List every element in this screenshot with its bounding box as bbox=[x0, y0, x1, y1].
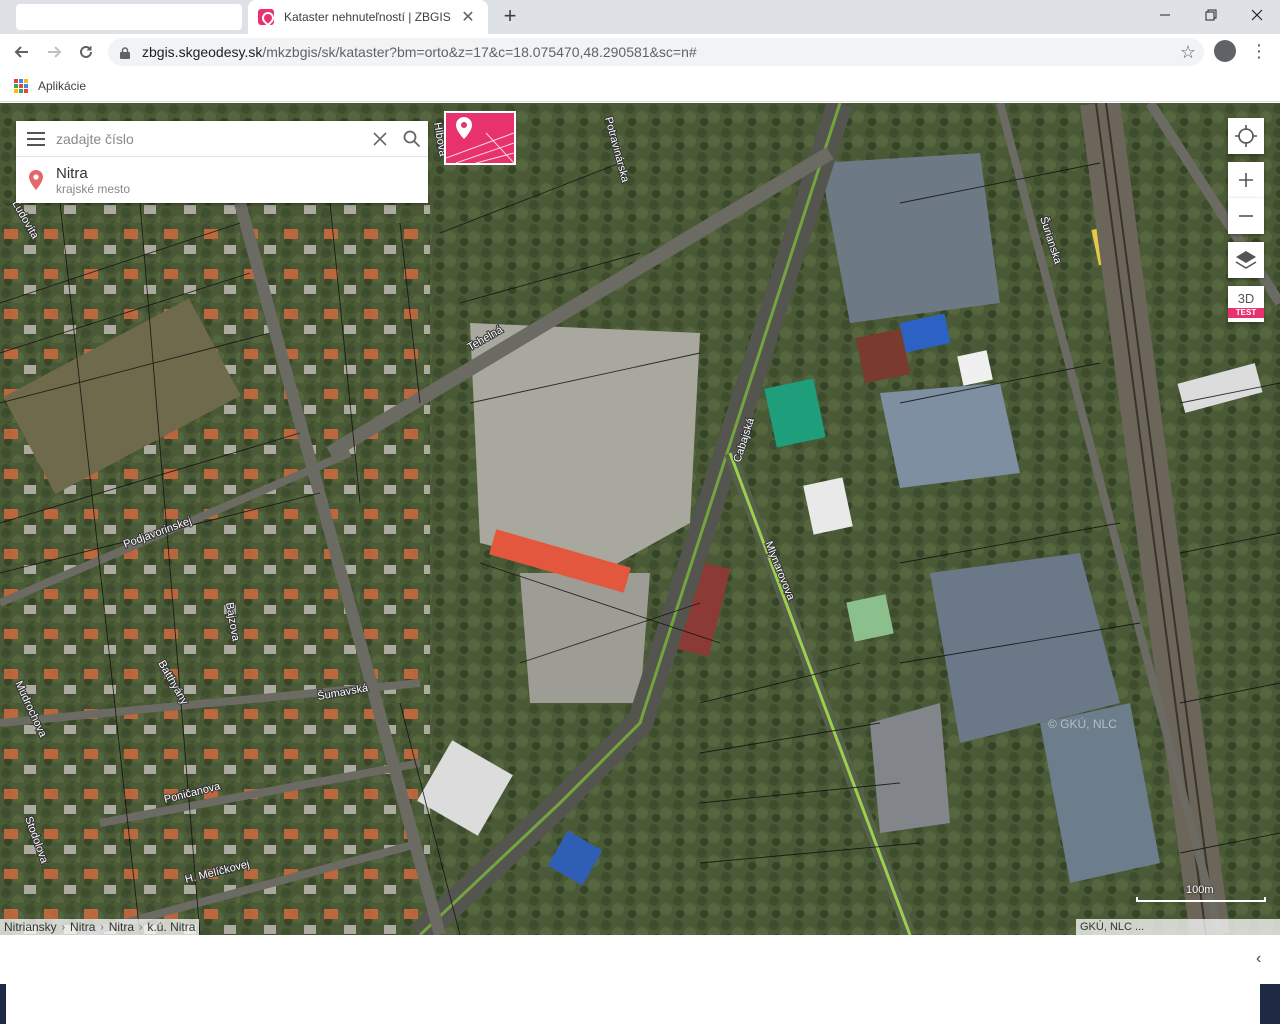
url-path: /mkzbgis/sk/kataster?bm=orto&z=17&c=18.0… bbox=[262, 44, 697, 60]
zoom-out-button[interactable] bbox=[1228, 198, 1264, 234]
scale-bar: 100m bbox=[1136, 884, 1266, 902]
bookmarks-bar: Aplikácie bbox=[0, 70, 1280, 102]
breadcrumb-chevron-icon: › bbox=[139, 921, 143, 933]
zbgis-logo[interactable] bbox=[444, 111, 516, 165]
forward-arrow-icon[interactable] bbox=[40, 38, 68, 66]
apps-bookmark-label[interactable]: Aplikácie bbox=[38, 79, 86, 93]
breadcrumb-chevron-icon: › bbox=[61, 921, 66, 933]
close-icon[interactable] bbox=[1234, 0, 1280, 30]
reload-icon[interactable] bbox=[72, 38, 100, 66]
bookmark-star-icon[interactable]: ☆ bbox=[1180, 42, 1196, 63]
plus-icon bbox=[1239, 173, 1253, 187]
layers-button[interactable] bbox=[1228, 242, 1264, 278]
crosshair-icon bbox=[1235, 125, 1257, 147]
left-edge-strip bbox=[0, 984, 6, 1024]
breadcrumb-chevron-icon: › bbox=[100, 921, 104, 933]
tab-strip: Kataster nehnuteľností | ZBGIS ✕ + bbox=[0, 0, 1280, 34]
zbgis-favicon-icon bbox=[258, 9, 274, 25]
search-input[interactable] bbox=[56, 120, 364, 157]
3d-label: 3D bbox=[1237, 290, 1255, 306]
tab-placeholder[interactable] bbox=[16, 4, 242, 30]
result-title: Nitra bbox=[56, 164, 88, 182]
menu-hamburger-icon[interactable] bbox=[16, 121, 56, 157]
scale-line bbox=[1136, 897, 1266, 902]
test-badge: TEST bbox=[1228, 307, 1264, 318]
map-canvas[interactable]: Cabajská Tehelná Mlynarovova Šurianska P… bbox=[0, 103, 1280, 935]
breadcrumb-municipality[interactable]: Nitra bbox=[109, 920, 134, 934]
browser-toolbar: zbgis.skgeodesy.sk/mkzbgis/sk/kataster?b… bbox=[0, 34, 1280, 70]
breadcrumb: Nitriansky › Nitra › Nitra › k.ú. Nitra bbox=[0, 919, 200, 935]
map-attribution[interactable]: GKÚ, NLC ... bbox=[1076, 919, 1280, 935]
apps-grid-icon[interactable] bbox=[14, 78, 28, 93]
scale-label: 100m bbox=[1186, 884, 1214, 896]
minus-icon bbox=[1239, 215, 1253, 217]
profile-avatar-icon[interactable] bbox=[1214, 40, 1236, 62]
breadcrumb-district[interactable]: Nitra bbox=[70, 920, 95, 934]
search-panel: Nitra krajské mesto bbox=[16, 120, 428, 203]
minimize-icon[interactable] bbox=[1142, 0, 1188, 30]
new-tab-button[interactable]: + bbox=[498, 4, 522, 30]
right-edge-strip bbox=[1260, 984, 1280, 1024]
search-icon[interactable] bbox=[396, 121, 428, 157]
address-bar[interactable]: zbgis.skgeodesy.sk/mkzbgis/sk/kataster?b… bbox=[108, 38, 1204, 66]
result-subtitle: krajské mesto bbox=[56, 181, 131, 196]
location-pin-icon bbox=[16, 170, 56, 190]
tab-kataster[interactable]: Kataster nehnuteľností | ZBGIS ✕ bbox=[248, 0, 488, 34]
3d-view-button[interactable]: 3D TEST bbox=[1228, 286, 1264, 322]
url-text: zbgis.skgeodesy.sk/mkzbgis/sk/kataster?b… bbox=[142, 44, 697, 60]
layers-icon bbox=[1235, 251, 1257, 269]
tab-title: Kataster nehnuteľností | ZBGIS bbox=[284, 10, 451, 24]
tab-close-icon[interactable]: ✕ bbox=[458, 7, 478, 27]
search-result-item[interactable]: Nitra krajské mesto bbox=[16, 157, 428, 203]
breadcrumb-region[interactable]: Nitriansky bbox=[4, 920, 57, 934]
clear-search-icon[interactable] bbox=[364, 121, 396, 157]
zoom-in-button[interactable] bbox=[1228, 162, 1264, 198]
chevron-left-icon[interactable]: ‹ bbox=[1256, 950, 1261, 968]
geolocate-button[interactable] bbox=[1228, 118, 1264, 154]
bottom-panel bbox=[0, 935, 1280, 1024]
lock-icon bbox=[120, 46, 130, 59]
breadcrumb-cadastral-area[interactable]: k.ú. Nitra bbox=[147, 920, 195, 934]
restore-icon[interactable] bbox=[1188, 0, 1234, 30]
map-watermark: © GKÚ, NLC bbox=[1048, 716, 1117, 731]
browser-menu-icon[interactable]: ⋮ bbox=[1250, 40, 1268, 62]
url-host: zbgis.skgeodesy.sk bbox=[142, 44, 263, 60]
back-arrow-icon[interactable] bbox=[8, 38, 36, 66]
search-row bbox=[16, 120, 428, 157]
orthophoto-map: Cabajská Tehelná Mlynarovova Šurianska P… bbox=[0, 103, 1280, 935]
